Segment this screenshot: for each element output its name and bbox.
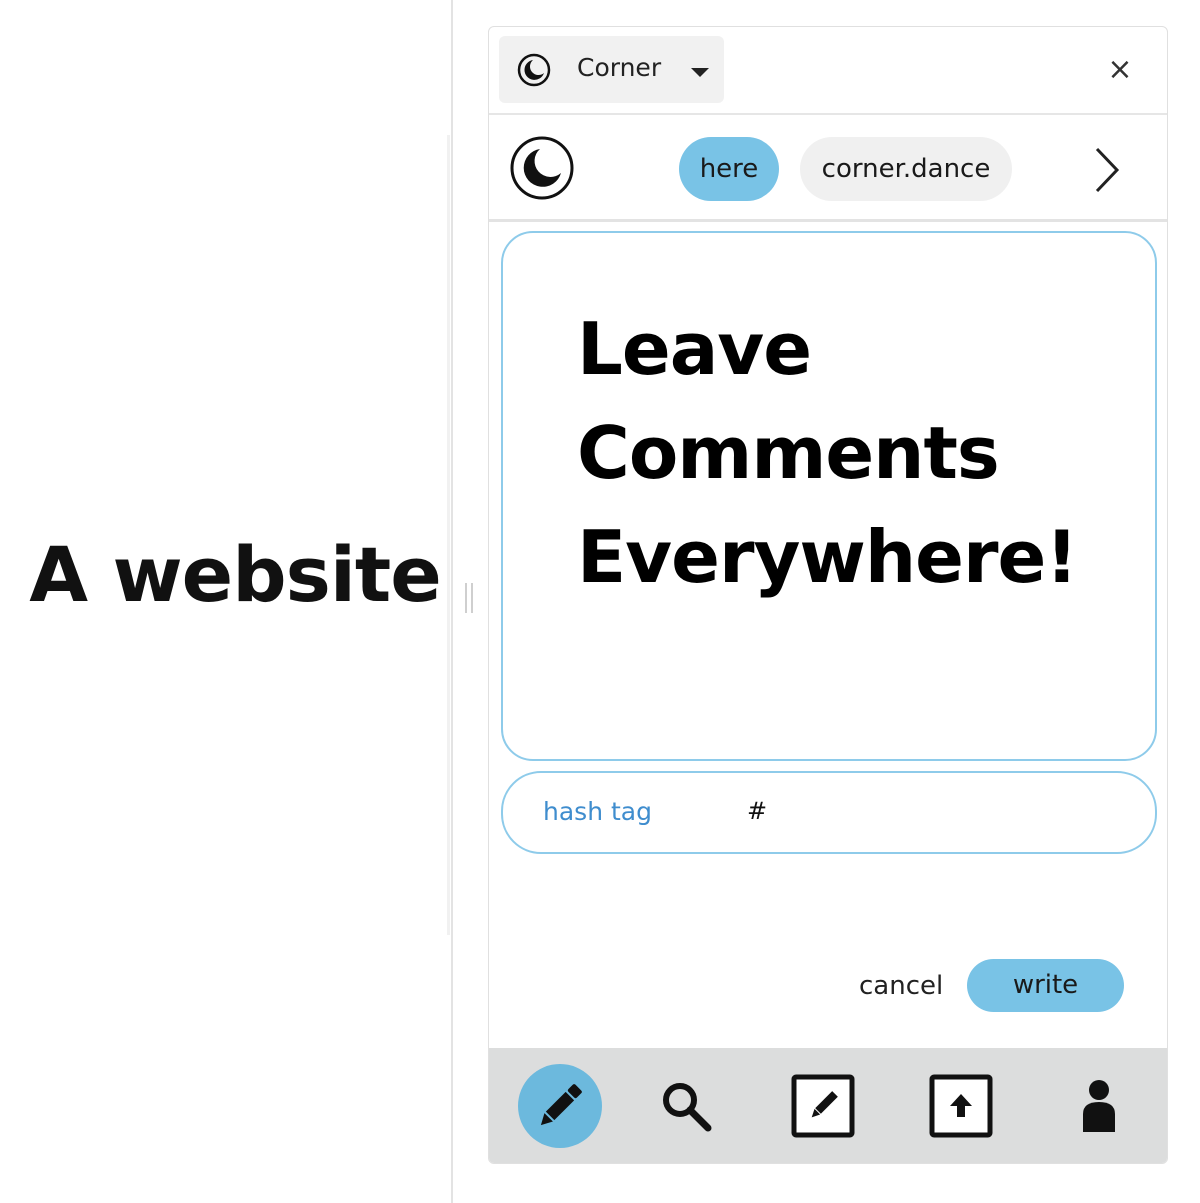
- comment-text: Leave Comments Everywhere!: [577, 297, 1078, 609]
- hash-symbol: #: [747, 797, 768, 825]
- user-icon: [1083, 1079, 1115, 1132]
- bottom-nav: [489, 1048, 1167, 1163]
- page-divider-shadow: [447, 135, 450, 935]
- website-placeholder-text: A website: [29, 530, 442, 619]
- upload-square-icon: [929, 1074, 993, 1137]
- nav-write[interactable]: [510, 1048, 610, 1163]
- resize-handle[interactable]: [465, 583, 474, 613]
- pencil-icon: [518, 1063, 602, 1148]
- nav-profile[interactable]: [1049, 1048, 1149, 1163]
- moon-icon: [517, 53, 551, 87]
- hashtag-label: hash tag: [543, 797, 652, 826]
- panel-navbar: here corner.dance: [489, 115, 1167, 222]
- caret-down-icon: [691, 68, 709, 77]
- comment-line: Leave: [577, 307, 812, 391]
- write-button[interactable]: write: [967, 959, 1124, 1012]
- corner-panel: Corner × here corner.dance Leave Comment…: [488, 26, 1168, 1164]
- page-divider: [451, 0, 453, 1203]
- site-selector-label: Corner: [577, 53, 662, 82]
- site-selector[interactable]: Corner: [499, 36, 724, 103]
- moon-icon[interactable]: [509, 135, 575, 201]
- search-icon: [663, 1082, 712, 1131]
- comment-line: Comments: [577, 411, 1000, 495]
- chevron-right-icon[interactable]: [1089, 145, 1123, 195]
- tab-corner-dance[interactable]: corner.dance: [800, 137, 1012, 201]
- nav-search[interactable]: [636, 1048, 736, 1163]
- panel-topbar: Corner ×: [489, 27, 1167, 115]
- nav-edit[interactable]: [773, 1048, 873, 1163]
- close-icon[interactable]: ×: [1105, 55, 1135, 85]
- comment-textarea[interactable]: Leave Comments Everywhere!: [501, 231, 1157, 761]
- nav-upload[interactable]: [911, 1048, 1011, 1163]
- edit-square-icon: [791, 1074, 855, 1137]
- hashtag-input[interactable]: hash tag #: [501, 771, 1157, 854]
- comment-line: Everywhere!: [577, 515, 1078, 599]
- cancel-button[interactable]: cancel: [859, 971, 943, 1001]
- tab-here[interactable]: here: [679, 137, 779, 201]
